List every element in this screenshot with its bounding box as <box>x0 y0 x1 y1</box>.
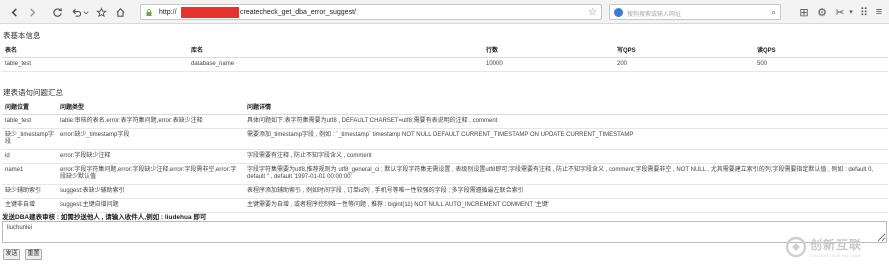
col-header-write-qps: 写QPS <box>614 42 754 58</box>
forward-button[interactable] <box>24 4 40 20</box>
issue-position: 缺少辅助索引 <box>2 184 57 199</box>
issue-detail: 具体问题如下:表字符集需要为utf8 , DEFAULT CHARSET=utf… <box>244 114 888 129</box>
more-tools-button[interactable]: ⠿ <box>856 4 872 20</box>
cell-table-name: table_test <box>2 57 188 72</box>
issues-table: 问题位置 问题类型 问题详情 table_test table:审核的表名,er… <box>2 99 888 213</box>
col-header-rows: 行数 <box>483 42 614 58</box>
issue-position: 缺少_timestamp字段 <box>2 128 57 150</box>
col-header-read-qps: 读QPS <box>754 42 888 58</box>
bookmark-toggle-button[interactable] <box>93 4 109 20</box>
watermark-logo: 创新互联 CHUANG XIN HU LIAN <box>785 232 885 262</box>
refresh-icon <box>52 7 62 17</box>
table-info-title: 表基本信息 <box>3 31 41 40</box>
watermark-brand-text: 创新互联 <box>810 238 863 252</box>
home-icon <box>115 7 125 17</box>
issue-detail: 表程序添加辅助索引 , 例如时间字段 , 订单id列 , 手机号等唯一性较强的字… <box>244 184 888 199</box>
table-row: table_test database_name 10000 200 500 <box>2 57 888 72</box>
table-row: id error:字段缺少注释 字段需要有注释 , 防止不知字段含义 , com… <box>2 149 888 164</box>
issue-type: error:字段字符集问题,error:字段缺少注释,error:字段需非空,e… <box>57 163 244 185</box>
gear-icon: ⚙ <box>817 6 827 19</box>
search-engine-icon <box>614 8 623 17</box>
home-button[interactable] <box>112 4 128 20</box>
issue-position: table_test <box>2 114 57 129</box>
issue-type: error:缺少_timestamp字段 <box>57 128 244 150</box>
redacted-host-block <box>181 7 239 18</box>
reset-button[interactable]: 重置 <box>25 249 42 260</box>
issue-detail: 字段需要有注释 , 防止不知字段含义 , comment <box>244 149 888 164</box>
cc-recipient-label: 发送DBA建表审核 : 如需抄送他人 , 请输入收件人,例如 : liudehu… <box>2 214 207 221</box>
table-row: 缺少辅助索引 suggest:表缺少辅助索引 表程序添加辅助索引 , 例如时间字… <box>2 184 888 199</box>
issues-title: 建表语句问题汇总 <box>3 88 63 97</box>
back-arrow-icon <box>11 7 17 17</box>
menu-icon: ≡ <box>875 6 883 18</box>
search-box[interactable]: 搜狗搜索或输入网址 ⌕ <box>609 4 781 20</box>
refresh-button[interactable] <box>49 4 65 20</box>
back-button[interactable] <box>6 4 22 20</box>
issue-type: suggest:表缺少辅助索引 <box>57 184 244 199</box>
issue-detail: 需要添加_timestamp字段 , 例如 : `_timestamp` tim… <box>244 128 888 150</box>
col-header-issue-detail: 问题详情 <box>244 99 888 115</box>
brand-logo-icon <box>785 236 807 258</box>
scissors-icon: ✂ <box>835 6 845 19</box>
issue-detail: 主键需要为自增 , 或者程序控制唯一性等问题 , 推荐 : bigint(11)… <box>244 198 888 213</box>
chevron-down-icon: ▾ <box>849 9 853 16</box>
send-button[interactable]: 发送 <box>3 249 20 260</box>
issue-type: table:审核的表名,error:表字符集问题,error:表缺少注释 <box>57 114 244 129</box>
watermark-brand-subtext: CHUANG XIN HU LIAN <box>810 253 862 258</box>
issue-position: id <box>2 149 57 164</box>
lock-icon <box>146 9 152 16</box>
favorite-star-icon[interactable]: ☆ <box>588 7 597 18</box>
screenshot-button[interactable]: ✂ <box>832 4 848 20</box>
table-row: table_test table:审核的表名,error:表字符集问题,erro… <box>2 114 888 129</box>
cell-write-qps: 200 <box>614 57 754 72</box>
table-row: 缺少_timestamp字段 error:缺少_timestamp字段 需要添加… <box>2 128 888 150</box>
col-header-database-name: 库名 <box>188 42 483 58</box>
translate-icon: ⊞ <box>799 6 809 19</box>
issues-header-row: 问题位置 问题类型 问题详情 <box>2 99 888 115</box>
search-placeholder: 搜狗搜索或输入网址 <box>627 12 682 18</box>
undo-icon <box>71 8 81 17</box>
issue-detail: 字段字符集需要为utf8,推荐规则为 utf8_general_ci ; 默认字… <box>244 163 888 185</box>
cc-recipient-input[interactable] <box>2 221 887 243</box>
extensions-button[interactable]: ⚙ <box>814 4 830 20</box>
url-prefix: http:// <box>159 9 177 16</box>
cell-read-qps: 500 <box>754 57 888 72</box>
apps-grid-icon: ⠿ <box>859 6 869 19</box>
menu-button[interactable]: ≡ <box>871 4 887 20</box>
screenshot-menu-button[interactable]: ▾ <box>847 4 855 20</box>
issue-type: error:字段缺少注释 <box>57 149 244 164</box>
forward-arrow-icon <box>29 7 35 17</box>
star-outline-icon <box>95 6 107 17</box>
table-info-table: 表名 库名 行数 写QPS 读QPS table_test database_n… <box>2 42 888 72</box>
table-info-header-row: 表名 库名 行数 写QPS 读QPS <box>2 42 888 58</box>
cell-rows: 10000 <box>483 57 614 72</box>
url-path: createcheck_get_dba_error_suggest/ <box>240 9 356 16</box>
issue-position: name1 <box>2 163 57 185</box>
translate-button[interactable]: ⊞ <box>796 4 812 20</box>
browser-toolbar: http:// createcheck_get_dba_error_sugges… <box>0 0 889 24</box>
col-header-issue-type: 问题类型 <box>57 99 244 115</box>
table-row: name1 error:字段字符集问题,error:字段缺少注释,error:字… <box>2 163 888 185</box>
col-header-issue-position: 问题位置 <box>2 99 57 115</box>
cell-database-name: database_name <box>188 57 483 72</box>
col-header-table-name: 表名 <box>2 42 188 58</box>
search-icon[interactable]: ⌕ <box>771 7 776 18</box>
chevron-down-icon <box>83 10 89 15</box>
undo-menu-button[interactable] <box>82 4 90 20</box>
address-bar[interactable]: http:// createcheck_get_dba_error_sugges… <box>140 4 602 20</box>
